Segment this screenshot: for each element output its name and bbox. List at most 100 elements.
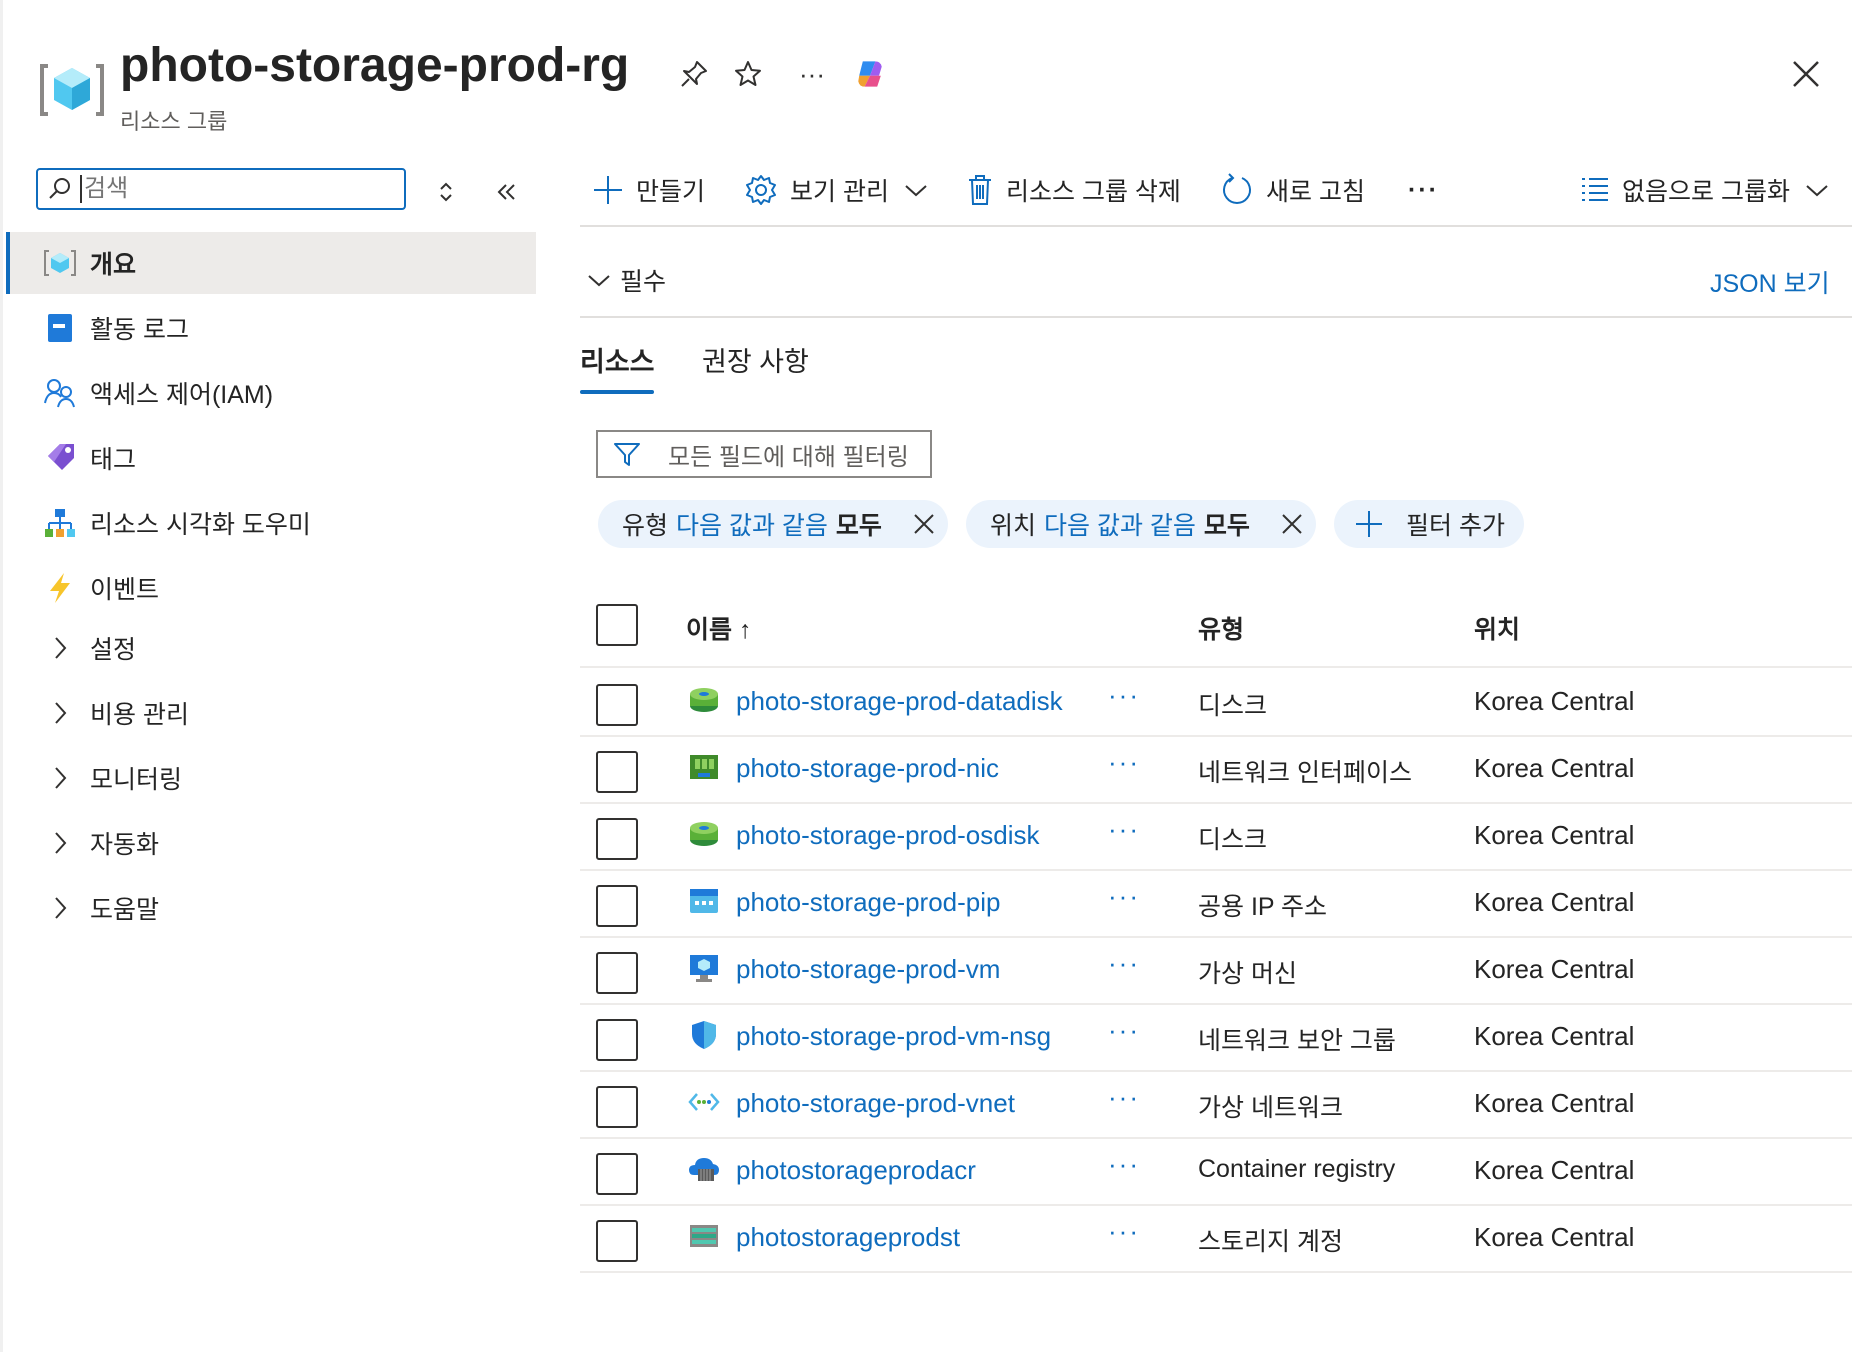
tab-recommendations[interactable]: 권장 사항 [702,340,809,379]
sidebar-item-automation[interactable]: 자동화 [6,812,536,874]
resource-name-link[interactable]: photo-storage-prod-vm [736,954,1000,985]
events-icon [42,570,78,606]
resource-group-icon [40,64,104,116]
resource-location: Korea Central [1474,1021,1635,1051]
json-view-link[interactable]: JSON 보기 [1710,264,1830,300]
sidebar-item-settings[interactable]: 설정 [6,617,536,679]
sidebar-item-cost-management[interactable]: 비용 관리 [6,682,536,744]
resource-name-link[interactable]: photo-storage-prod-nic [736,753,999,784]
collapse-sidebar-icon[interactable] [490,176,522,208]
essentials-toggle[interactable]: 필수 [586,262,666,298]
row-checkbox[interactable] [596,818,638,860]
disk-icon [690,822,718,846]
sidebar-item-label: 설정 [90,636,137,664]
chevron-right-icon [42,760,78,796]
group-by-button[interactable]: 없음으로 그룹화 [1580,166,1842,214]
resource-name-link[interactable]: photostorageprodacr [736,1155,976,1186]
close-icon[interactable] [1280,512,1304,536]
essentials-divider [580,316,1852,318]
filter-value: 모두 [835,512,882,540]
filter-operator: 다음 값과 같음 [1044,512,1196,540]
create-button[interactable]: 만들기 [592,166,705,214]
sort-toggle-icon[interactable] [430,176,462,208]
sidebar-item-events[interactable]: 이벤트 [6,557,536,619]
resource-name-link[interactable]: photo-storage-prod-osdisk [736,820,1040,851]
column-header-location[interactable]: 위치 [1474,610,1520,646]
sidebar-item-iam[interactable]: 액세스 제어(IAM) [6,362,536,424]
row-more-button[interactable]: ··· [1108,1015,1140,1046]
row-more-button[interactable]: ··· [1108,1082,1140,1113]
page-title: photo-storage-prod-rg [120,39,630,92]
filter-pill-type[interactable]: 유형 다음 값과 같음 모두 [598,500,948,548]
table-row: photo-storage-prod-nic ··· 네트워크 인터페이스 Ko… [580,735,1852,804]
table-row: photo-storage-prod-osdisk ··· 디스크 Korea … [580,802,1852,871]
row-checkbox[interactable] [596,1220,638,1262]
close-icon[interactable] [912,512,936,536]
resource-name-link[interactable]: photo-storage-prod-vnet [736,1088,1015,1119]
resource-group-icon [42,245,78,281]
row-more-button[interactable]: ··· [1108,1149,1140,1180]
resource-type: 디스크 [1198,826,1268,854]
select-all-checkbox[interactable] [596,604,638,646]
table-row: photostorageprodst ··· 스토리지 계정 Korea Cen… [580,1204,1852,1273]
filter-pill-location[interactable]: 위치 다음 값과 같음 모두 [966,500,1316,548]
sidebar-item-activity-log[interactable]: 활동 로그 [6,297,536,359]
search-box[interactable] [36,168,406,210]
filter-input[interactable]: 모든 필드에 대해 필터링 [596,430,932,478]
refresh-button[interactable]: 새로 고침 [1220,166,1365,214]
resource-name-link[interactable]: photo-storage-prod-vm-nsg [736,1021,1051,1052]
list-icon [1582,178,1608,201]
resource-name-link[interactable]: photo-storage-prod-pip [736,887,1001,918]
row-checkbox[interactable] [596,952,638,994]
column-header-name[interactable]: 이름 ↑ [686,610,751,646]
resource-location: Korea Central [1474,1088,1635,1118]
add-filter-button[interactable]: 필터 추가 [1334,500,1524,548]
row-more-button[interactable]: ··· [1108,881,1140,912]
row-more-button[interactable]: ··· [1108,680,1140,711]
more-commands-button[interactable]: ··· [1408,166,1439,214]
pin-icon[interactable] [676,56,712,92]
resource-location: Korea Central [1474,887,1635,917]
search-input[interactable] [82,174,386,204]
gear-icon [746,175,776,205]
nic-icon [690,755,718,779]
row-checkbox[interactable] [596,1086,638,1128]
vm-icon [690,955,718,982]
star-icon[interactable] [730,56,766,92]
sidebar-item-label: 비용 관리 [90,701,189,729]
row-checkbox[interactable] [596,1019,638,1061]
resource-type: 가상 머신 [1198,960,1297,988]
row-more-button[interactable]: ··· [1108,1216,1140,1247]
refresh-label: 새로 고침 [1266,178,1365,206]
row-more-button[interactable]: ··· [1108,814,1140,845]
row-more-button[interactable]: ··· [1108,747,1140,778]
tab-resources[interactable]: 리소스 [580,340,655,379]
activity-log-icon [42,310,78,346]
chevron-down-icon [588,275,610,287]
command-bar: 만들기 보기 관리 리소스 그룹 삭제 새로 고침 ··· 없음으로 그룹화 [580,166,1842,222]
search-icon [49,178,70,199]
sidebar-item-tags[interactable]: 태그 [6,427,536,489]
sidebar-item-overview[interactable]: 개요 [6,232,536,294]
copilot-icon[interactable] [852,56,888,92]
sidebar-item-help[interactable]: 도움말 [6,877,536,939]
row-checkbox[interactable] [596,1153,638,1195]
resource-type: 공용 IP 주소 [1198,893,1328,921]
column-header-type[interactable]: 유형 [1198,610,1244,646]
resource-name-link[interactable]: photo-storage-prod-datadisk [736,686,1063,717]
resource-location: Korea Central [1474,1155,1635,1185]
sidebar-item-resource-visualizer[interactable]: 리소스 시각화 도우미 [6,492,536,554]
sidebar-item-monitoring[interactable]: 모니터링 [6,747,536,809]
more-options-icon[interactable]: ··· [794,56,830,92]
resource-name-link[interactable]: photostorageprodst [736,1222,960,1253]
close-icon[interactable] [1786,54,1826,94]
delete-resource-group-button[interactable]: 리소스 그룹 삭제 [966,166,1181,214]
resource-type: 스토리지 계정 [1198,1228,1343,1256]
filter-value: 모두 [1203,512,1250,540]
row-checkbox[interactable] [596,751,638,793]
resource-type: 디스크 [1198,692,1268,720]
row-checkbox[interactable] [596,885,638,927]
manage-view-button[interactable]: 보기 관리 [744,166,941,214]
row-more-button[interactable]: ··· [1108,948,1140,979]
row-checkbox[interactable] [596,684,638,726]
